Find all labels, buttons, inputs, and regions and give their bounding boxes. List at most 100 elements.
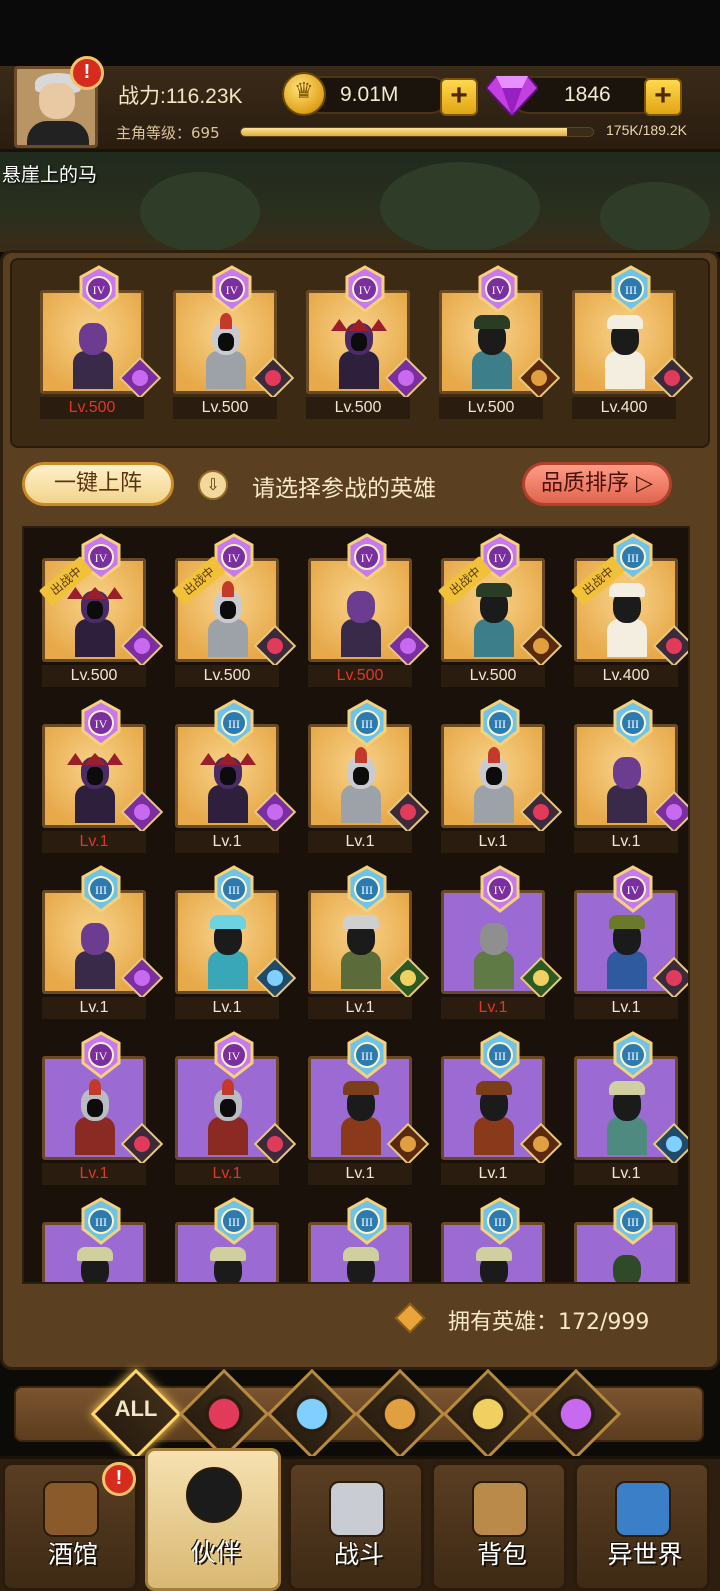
demon-faction-filter-button[interactable] bbox=[530, 1368, 622, 1460]
roman-portrait bbox=[67, 1079, 123, 1155]
svg-text:III: III bbox=[627, 551, 639, 565]
roster-hero-card[interactable]: IV Lv.1 bbox=[42, 1031, 163, 1185]
human-faction-icon bbox=[254, 1123, 296, 1165]
roster-hero-card[interactable]: III Lv.1 bbox=[308, 1031, 429, 1185]
roster-hero-card[interactable]: IV Lv.1 bbox=[42, 699, 163, 853]
roster-hero-card[interactable]: IV 出战中 Lv.500 bbox=[38, 533, 163, 687]
rank-badge-icon: III bbox=[347, 1197, 387, 1245]
demon-faction-icon bbox=[653, 791, 688, 833]
add-gems-button[interactable]: + bbox=[644, 78, 682, 116]
team-hero-card[interactable]: IV Lv.500 bbox=[306, 265, 427, 419]
roster-hero-card[interactable]: III bbox=[308, 1197, 412, 1282]
roster-hero-card[interactable]: III Lv.1 bbox=[441, 699, 562, 853]
hero-level: Lv.1 bbox=[42, 831, 146, 853]
human-faction-icon bbox=[653, 625, 688, 667]
roster-hero-card[interactable]: IV 出战中 Lv.500 bbox=[171, 533, 296, 687]
beast-faction-icon bbox=[520, 1123, 562, 1165]
roster-hero-card[interactable]: III 出战中 Lv.400 bbox=[570, 533, 688, 687]
purple-gem-icon bbox=[486, 75, 538, 116]
team-hero-card[interactable]: III Lv.400 bbox=[572, 265, 693, 419]
svg-text:III: III bbox=[228, 883, 240, 897]
nav-backpack-chest[interactable]: 背包 bbox=[431, 1462, 567, 1591]
beast-faction-icon bbox=[381, 1395, 419, 1433]
treant-portrait bbox=[599, 1249, 655, 1282]
roster-hero-card[interactable]: IV Lv.1 bbox=[574, 865, 688, 1019]
nav-label: 酒馆 bbox=[47, 1540, 98, 1569]
otherworld-portal-icon bbox=[615, 1481, 671, 1537]
roster-hero-card[interactable]: III Lv.1 bbox=[308, 699, 429, 853]
roster-hero-card[interactable]: III Lv.1 bbox=[175, 699, 296, 853]
pope-portrait bbox=[599, 583, 655, 657]
sea-faction-icon bbox=[653, 1123, 688, 1165]
roster-hero-card[interactable]: III Lv.1 bbox=[42, 865, 163, 1019]
roster-hero-card[interactable]: III bbox=[42, 1197, 146, 1282]
hero-level: Lv.500 bbox=[439, 397, 543, 419]
human-faction-icon bbox=[387, 791, 429, 833]
battle-swords-icon bbox=[329, 1481, 385, 1537]
roster-hero-card[interactable]: III bbox=[175, 1197, 279, 1282]
hero-level: Lv.1 bbox=[175, 831, 279, 853]
hero-level: Lv.1 bbox=[175, 997, 279, 1019]
roster-hero-card[interactable]: III Lv.1 bbox=[175, 865, 296, 1019]
svg-text:III: III bbox=[95, 883, 107, 897]
svg-text:III: III bbox=[361, 1215, 373, 1229]
hooded-elder-portrait bbox=[333, 1247, 389, 1282]
demon-faction-icon bbox=[557, 1395, 595, 1433]
golem-portrait bbox=[466, 917, 522, 989]
roster-hero-card[interactable]: IV 出战中 Lv.500 bbox=[437, 533, 562, 687]
sea-faction-icon bbox=[293, 1395, 331, 1433]
hero-level: Lv.1 bbox=[308, 831, 412, 853]
roster-hero-card[interactable]: III Lv.1 bbox=[574, 1031, 688, 1185]
hero-level: Lv.500 bbox=[42, 665, 146, 687]
hero-level: Lv.500 bbox=[308, 665, 412, 687]
hooded-elder-portrait bbox=[466, 1247, 522, 1282]
rank-badge-icon: IV bbox=[478, 265, 518, 313]
human-faction-icon bbox=[121, 1123, 163, 1165]
svg-text:III: III bbox=[95, 1215, 107, 1229]
team-hero-card[interactable]: IV Lv.500 bbox=[439, 265, 560, 419]
rank-badge-icon: III bbox=[214, 699, 254, 747]
sea-mage-portrait bbox=[200, 915, 256, 989]
roster-hero-card[interactable]: IV Lv.500 bbox=[308, 533, 429, 687]
rank-badge-icon: IV bbox=[79, 265, 119, 313]
rank-badge-icon: III bbox=[347, 699, 387, 747]
human-faction-filter-button[interactable] bbox=[178, 1368, 270, 1460]
hero-level: Lv.1 bbox=[574, 831, 678, 853]
roster-hero-card[interactable]: IV Lv.1 bbox=[175, 1031, 296, 1185]
team-hero-card[interactable]: IV Lv.500 bbox=[40, 265, 161, 419]
rank-badge-icon: IV bbox=[347, 533, 387, 581]
roster-hero-card[interactable]: III bbox=[441, 1197, 545, 1282]
nav-battle-swords[interactable]: 战斗 bbox=[288, 1462, 424, 1591]
roster-hero-card[interactable]: III Lv.1 bbox=[441, 1031, 562, 1185]
hero-level: Lv.1 bbox=[441, 831, 545, 853]
svg-text:IV: IV bbox=[494, 551, 507, 565]
auto-lineup-button[interactable]: 一键上阵 bbox=[22, 462, 174, 506]
beast-faction-filter-button[interactable] bbox=[354, 1368, 446, 1460]
demon-faction-icon bbox=[387, 625, 429, 667]
add-gold-button[interactable]: + bbox=[440, 78, 478, 116]
hero-level: Lv.1 bbox=[441, 997, 545, 1019]
hero-level: Lv.500 bbox=[40, 397, 144, 419]
svg-text:IV: IV bbox=[492, 283, 505, 297]
svg-text:IV: IV bbox=[93, 283, 106, 297]
hero-roster-grid[interactable]: IV 出战中 Lv.500 IV 出战中 Lv.500 IV Lv.500 IV 出战中 Lv.50… bbox=[22, 526, 690, 1284]
roman-portrait bbox=[200, 1079, 256, 1155]
nav-otherworld-portal[interactable]: 异世界 bbox=[574, 1462, 710, 1591]
roster-hero-card[interactable]: III bbox=[574, 1197, 678, 1282]
svg-text:III: III bbox=[361, 883, 373, 897]
rank-badge-icon: III bbox=[347, 865, 387, 913]
elf-faction-filter-button[interactable] bbox=[442, 1368, 534, 1460]
elf-faction-icon bbox=[520, 957, 562, 999]
roster-hero-card[interactable]: III Lv.1 bbox=[574, 699, 688, 853]
demon-faction-icon bbox=[385, 357, 427, 399]
svg-text:III: III bbox=[494, 1215, 506, 1229]
rank-badge-icon: III bbox=[81, 1197, 121, 1245]
quality-sort-button[interactable]: 品质排序 ▷ bbox=[522, 462, 672, 506]
sea-faction-filter-button[interactable] bbox=[266, 1368, 358, 1460]
svg-text:IV: IV bbox=[228, 1049, 241, 1063]
roster-hero-card[interactable]: III Lv.1 bbox=[308, 865, 429, 1019]
status-bar bbox=[0, 0, 720, 66]
team-hero-card[interactable]: IV Lv.500 bbox=[173, 265, 294, 419]
nav-partner-avatar[interactable]: 伙伴 bbox=[145, 1448, 281, 1591]
roster-hero-card[interactable]: IV Lv.1 bbox=[441, 865, 562, 1019]
